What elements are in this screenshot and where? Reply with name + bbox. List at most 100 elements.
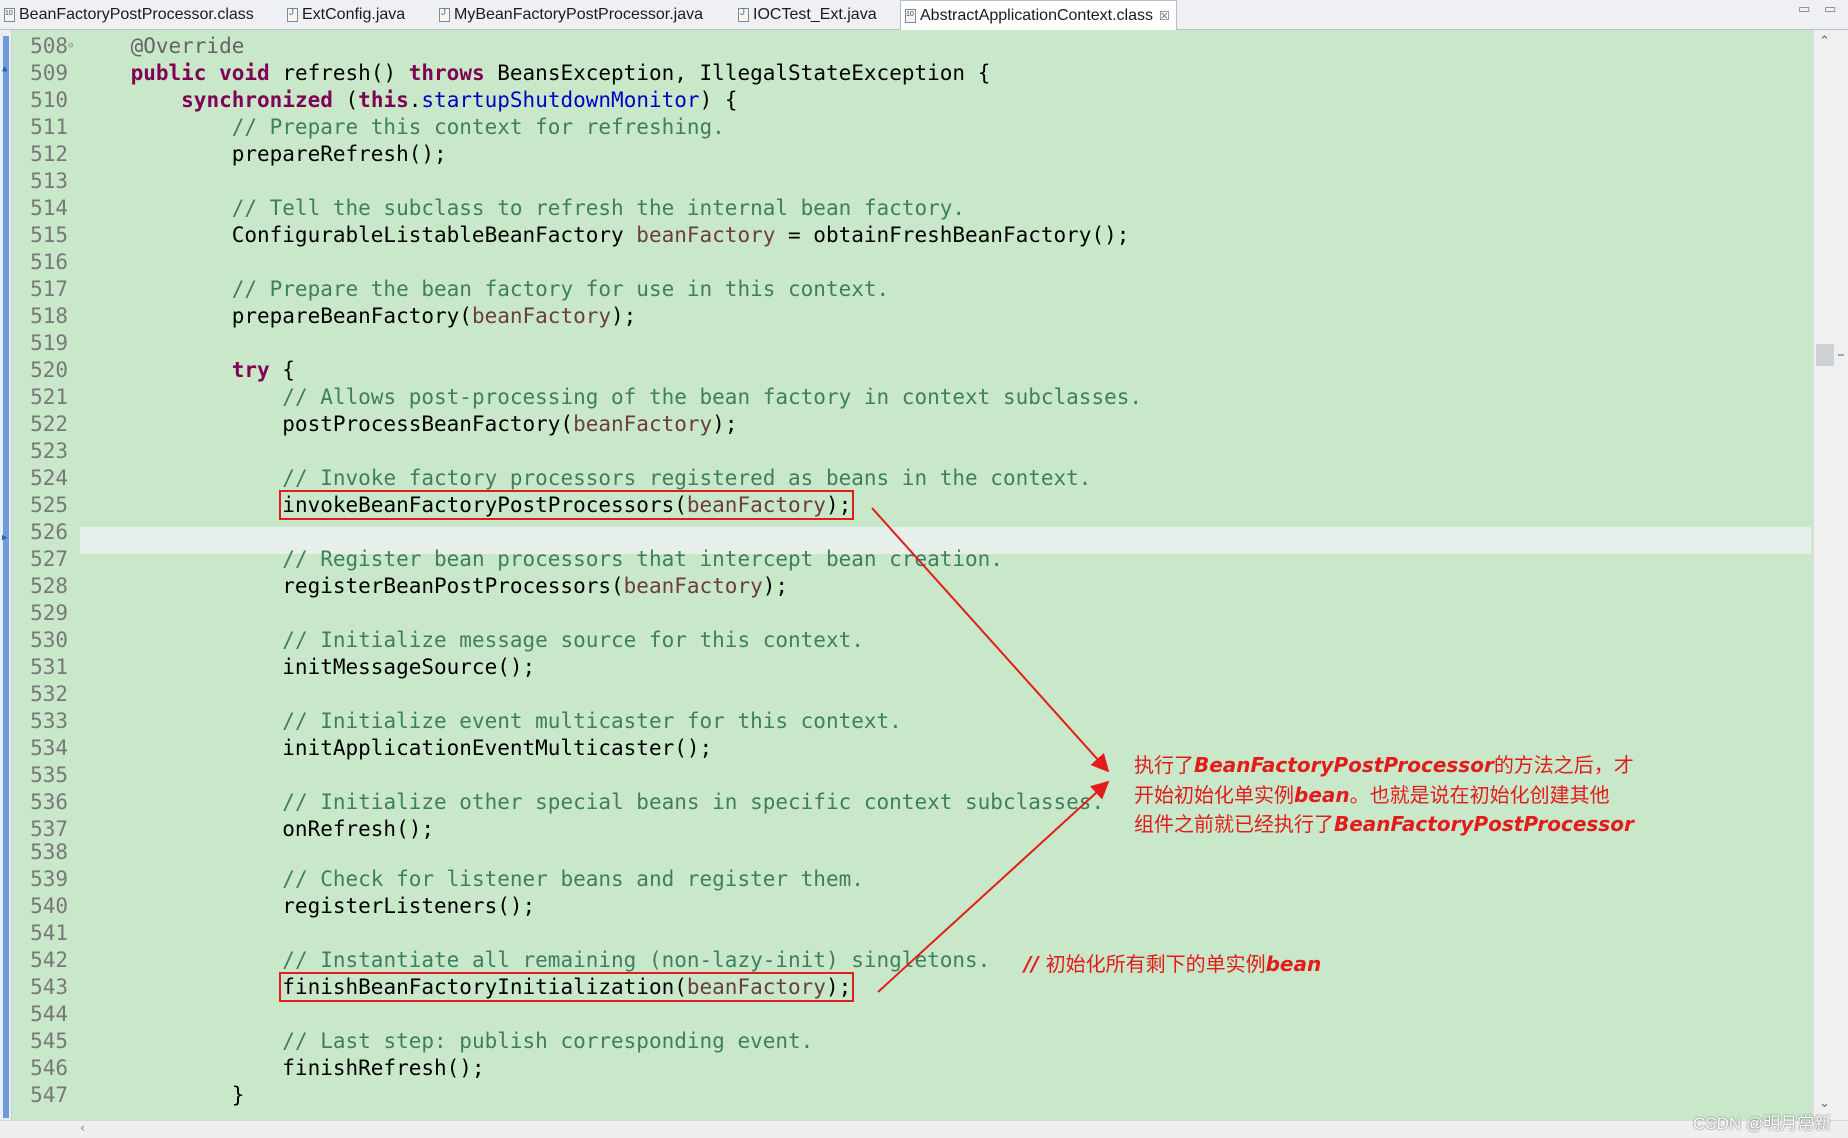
code-token: beanFactory <box>636 223 776 247</box>
code-token: registerListeners(); <box>80 894 536 918</box>
tab-label: MyBeanFactoryPostProcessor.java <box>454 6 703 23</box>
scroll-up-icon[interactable]: ⌃ <box>1819 34 1830 49</box>
tab-label: ExtConfig.java <box>302 6 406 23</box>
code-line: // Register bean processors that interce… <box>80 546 1003 573</box>
code-token: beanFactory <box>686 975 826 999</box>
code-keyword: void <box>219 61 270 85</box>
horizontal-scrollbar[interactable]: ‹ <box>0 1120 1848 1138</box>
code-comment: // Tell the subclass to refresh the inte… <box>231 196 966 220</box>
code-comment: // Initialize other special beans in spe… <box>282 790 1105 814</box>
code-keyword: this <box>358 88 409 112</box>
code-token: refresh() <box>269 61 409 85</box>
vertical-scrollbar[interactable]: ⌃ ⌄ <box>1813 30 1848 1120</box>
close-icon[interactable]: ☒ <box>1159 9 1170 23</box>
code-comment: // Invoke factory processors registered … <box>282 466 1092 490</box>
code-keyword: public <box>130 61 207 85</box>
code-token: finishBeanFactoryInitialization( <box>282 975 687 999</box>
code-line: // Check for listener beans and register… <box>80 866 864 893</box>
code-keyword: synchronized <box>181 88 333 112</box>
code-comment: // Allows post-processing of the bean fa… <box>282 385 1143 409</box>
code-token: ); <box>825 493 852 517</box>
tab-ioctest-ext-java[interactable]: IOCTest_Ext.java <box>738 0 877 30</box>
code-token: onRefresh(); <box>80 817 435 841</box>
code-token: ); <box>762 574 789 598</box>
code-line: registerListeners(); <box>80 893 535 920</box>
code-token: ) { <box>699 88 738 112</box>
class-file-icon <box>4 8 15 22</box>
code-line: // Prepare the bean factory for use in t… <box>80 276 889 303</box>
overview-marker <box>1838 354 1844 356</box>
tab-beanfactorypostprocessor-class[interactable]: BeanFactoryPostProcessor.class <box>4 0 254 30</box>
code-token: { <box>269 358 295 382</box>
code-token: invokeBeanFactoryPostProcessors( <box>282 493 687 517</box>
code-line: // Initialize event multicaster for this… <box>80 708 902 735</box>
code-comment: // Prepare the bean factory for use in t… <box>231 277 890 301</box>
code-token: postProcessBeanFactory( <box>80 412 574 436</box>
java-file-icon <box>287 7 298 22</box>
tab-abstractapplicationcontext-class[interactable]: AbstractApplicationContext.class ☒ <box>900 0 1177 30</box>
code-token: BeansException, IllegalStateException { <box>484 61 991 85</box>
code-line: // Tell the subclass to refresh the inte… <box>80 195 965 222</box>
code-line: } <box>80 1082 245 1109</box>
code-token: . <box>408 88 422 112</box>
code-line: finishRefresh(); <box>80 1055 485 1082</box>
code-line: prepareBeanFactory(beanFactory); <box>80 303 637 330</box>
code-line: finishBeanFactoryInitialization(beanFact… <box>80 972 855 1002</box>
code-token: ); <box>825 975 852 999</box>
scroll-down-icon[interactable]: ⌄ <box>1819 1096 1830 1111</box>
code-comment: // Initialize message source for this co… <box>282 628 864 652</box>
code-line: synchronized (this.startupShutdownMonito… <box>80 87 738 114</box>
scroll-left-icon[interactable]: ‹ <box>80 1121 85 1136</box>
tab-label: BeanFactoryPostProcessor.class <box>19 6 254 23</box>
java-file-icon <box>738 7 749 22</box>
code-comment: // Prepare this context for refreshing. <box>231 115 725 139</box>
tab-label: IOCTest_Ext.java <box>753 6 877 23</box>
code-keyword: try <box>231 358 270 382</box>
code-line: // Allows post-processing of the bean fa… <box>80 384 1142 411</box>
code-line: public void refresh() throws BeansExcept… <box>80 60 991 87</box>
maximize-icon[interactable]: ▭ <box>1824 2 1836 17</box>
code-line: try { <box>80 357 295 384</box>
tab-label: AbstractApplicationContext.class <box>920 6 1153 24</box>
code-comment: // Last step: publish corresponding even… <box>282 1029 814 1053</box>
code-token: startupShutdownMonitor <box>421 88 700 112</box>
code-comment: // Initialize event multicaster for this… <box>282 709 902 733</box>
code-line: // Last step: publish corresponding even… <box>80 1028 813 1055</box>
code-token: } <box>80 1083 245 1107</box>
class-file-icon <box>905 8 916 23</box>
tab-mybeanfactorypostprocessor-java[interactable]: MyBeanFactoryPostProcessor.java <box>439 0 703 30</box>
code-token: prepareBeanFactory( <box>80 304 472 328</box>
code-keyword: throws <box>408 61 485 85</box>
code-token: finishRefresh(); <box>80 1056 485 1080</box>
scrollbar-thumb[interactable] <box>1816 344 1834 366</box>
code-comment: // Register bean processors that interce… <box>282 547 1003 571</box>
code-token: @Override <box>130 34 245 58</box>
code-token: initMessageSource(); <box>80 655 536 679</box>
minimize-icon[interactable]: ▭ <box>1798 2 1810 17</box>
code-token: registerBeanPostProcessors( <box>80 574 624 598</box>
code-token: beanFactory <box>471 304 612 328</box>
code-token: = obtainFreshBeanFactory(); <box>775 223 1130 247</box>
code-line: // Invoke factory processors registered … <box>80 465 1091 492</box>
code-editor[interactable]: @Override public void refresh() throws B… <box>0 30 1848 1120</box>
highlight-box: finishBeanFactoryInitialization(beanFact… <box>279 972 855 1002</box>
code-line: ConfigurableListableBeanFactory beanFact… <box>80 222 1130 249</box>
code-comment: // Instantiate all remaining (non-lazy-i… <box>282 948 991 972</box>
code-token: initApplicationEventMulticaster(); <box>80 736 713 760</box>
tab-extconfig-java[interactable]: ExtConfig.java <box>287 0 405 30</box>
